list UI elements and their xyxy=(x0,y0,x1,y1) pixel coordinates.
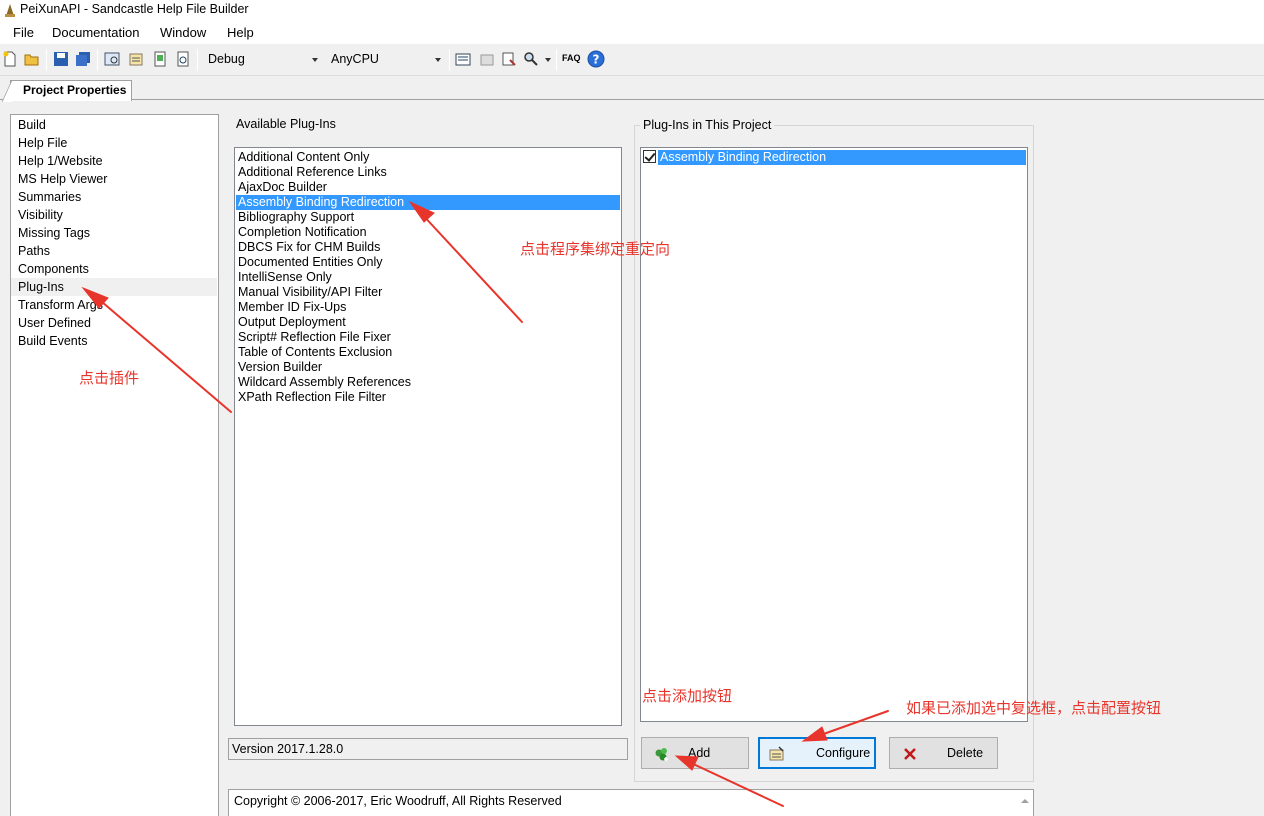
list-item[interactable]: AjaxDoc Builder xyxy=(236,180,620,195)
build-project-icon[interactable] xyxy=(455,51,471,67)
platform-select[interactable]: AnyCPU xyxy=(325,49,445,71)
title-bar: PeiXunAPI - Sandcastle Help File Builder xyxy=(0,0,1264,20)
new-project-icon[interactable] xyxy=(2,51,18,67)
annotation-click-assembly: 点击程序集绑定重定向 xyxy=(520,240,671,258)
copyright-box: Copyright © 2006-2017, Eric Woodruff, Al… xyxy=(228,789,1034,816)
annotation-click-add: 点击添加按钮 xyxy=(642,687,733,705)
add-button[interactable]: Add xyxy=(641,737,749,769)
list-item[interactable]: IntelliSense Only xyxy=(236,270,620,285)
configure-button[interactable]: Configure xyxy=(758,737,876,769)
menu-documentation[interactable]: Documentation xyxy=(52,25,139,40)
nav-item-components[interactable]: Components xyxy=(11,260,217,278)
menu-window[interactable]: Window xyxy=(160,25,206,40)
list-item[interactable]: Script# Reflection File Fixer xyxy=(236,330,620,345)
nav-item-plug-ins[interactable]: Plug-Ins xyxy=(11,278,217,296)
nav-item-ms-help-viewer[interactable]: MS Help Viewer xyxy=(11,170,217,188)
list-item[interactable]: Member ID Fix-Ups xyxy=(236,300,620,315)
save-all-icon[interactable] xyxy=(75,51,91,67)
list-item[interactable]: Output Deployment xyxy=(236,315,620,330)
menu-help[interactable]: Help xyxy=(227,25,254,40)
toolbar-separator xyxy=(97,49,98,71)
platform-value: AnyCPU xyxy=(331,52,379,66)
delete-icon xyxy=(904,748,916,760)
configuration-select[interactable]: Debug xyxy=(202,49,322,71)
scroll-up-icon[interactable] xyxy=(1021,799,1029,803)
project-explorer-icon[interactable] xyxy=(104,51,120,67)
tab-project-properties[interactable]: Project Properties xyxy=(2,80,132,102)
menu-file[interactable]: File xyxy=(13,25,34,40)
copyright-text: Copyright © 2006-2017, Eric Woodruff, Al… xyxy=(234,794,562,808)
nav-item-visibility[interactable]: Visibility xyxy=(11,206,217,224)
toolbar-separator xyxy=(556,49,557,71)
tab-edge xyxy=(2,80,12,102)
tab-label: Project Properties xyxy=(23,83,127,97)
list-item[interactable]: Additional Reference Links xyxy=(236,165,620,180)
project-plugins-list[interactable]: Assembly Binding Redirection xyxy=(640,147,1028,722)
list-item[interactable]: XPath Reflection File Filter xyxy=(236,390,620,405)
plugin-checkbox[interactable] xyxy=(643,150,656,163)
add-plugin-icon xyxy=(655,748,668,761)
property-category-list: Build Help File Help 1/Website MS Help V… xyxy=(10,114,219,816)
annotation-click-configure: 如果已添加选中复选框，点击配置按钮 xyxy=(906,699,1162,717)
list-item[interactable]: Manual Visibility/API Filter xyxy=(236,285,620,300)
delete-button[interactable]: Delete xyxy=(889,737,998,769)
list-item[interactable]: Additional Content Only xyxy=(236,150,620,165)
toolbar-separator xyxy=(449,49,450,71)
nav-item-transform-args[interactable]: Transform Args xyxy=(11,296,217,314)
list-item-selected[interactable]: Assembly Binding Redirection xyxy=(658,150,1026,165)
content-layout-icon[interactable] xyxy=(152,51,168,67)
configure-icon xyxy=(769,746,784,761)
nav-item-build-events[interactable]: Build Events xyxy=(11,332,217,350)
delete-button-label: Delete xyxy=(947,746,984,760)
chevron-down-icon xyxy=(312,58,318,62)
nav-item-paths[interactable]: Paths xyxy=(11,242,217,260)
cancel-build-icon[interactable] xyxy=(479,51,495,67)
nav-item-missing-tags[interactable]: Missing Tags xyxy=(11,224,217,242)
window-title: PeiXunAPI - Sandcastle Help File Builder xyxy=(20,2,249,16)
project-properties-icon[interactable] xyxy=(128,51,144,67)
nav-item-build[interactable]: Build xyxy=(11,116,217,134)
add-button-label: Add xyxy=(688,746,711,760)
app-icon xyxy=(5,4,15,17)
toolbar-separator xyxy=(197,49,198,71)
configuration-value: Debug xyxy=(208,52,245,66)
nav-item-help-file[interactable]: Help File xyxy=(11,134,217,152)
available-plugins-title: Available Plug-Ins xyxy=(233,117,339,131)
toolbar-separator xyxy=(46,49,47,71)
list-item[interactable]: Version Builder xyxy=(236,360,620,375)
configure-button-label: Configure xyxy=(816,746,871,760)
project-plugins-title: Plug-Ins in This Project xyxy=(640,118,775,132)
help-icon[interactable]: ? xyxy=(587,50,605,68)
find-file-icon[interactable] xyxy=(175,51,191,67)
list-item[interactable]: Wildcard Assembly References xyxy=(236,375,620,390)
list-item[interactable]: Bibliography Support xyxy=(236,210,620,225)
save-icon[interactable] xyxy=(53,51,69,67)
plugin-version-field: Version 2017.1.28.0 xyxy=(228,738,628,760)
available-plugins-list[interactable]: Additional Content Only Additional Refer… xyxy=(234,147,622,726)
chevron-down-icon[interactable] xyxy=(545,58,551,62)
tab-strip-line xyxy=(0,99,1264,100)
faq-button[interactable]: FAQ xyxy=(562,53,581,63)
chevron-down-icon xyxy=(435,58,441,62)
toolbar: Debug AnyCPU FAQ ? xyxy=(0,44,1264,76)
nav-item-summaries[interactable]: Summaries xyxy=(11,188,217,206)
annotation-click-plugins: 点击插件 xyxy=(79,369,140,387)
list-item[interactable]: Table of Contents Exclusion xyxy=(236,345,620,360)
menu-bar: File Documentation Window Help xyxy=(0,20,1264,44)
list-item-selected[interactable]: Assembly Binding Redirection xyxy=(236,195,620,210)
nav-item-user-defined[interactable]: User Defined xyxy=(11,314,217,332)
nav-item-help1-website[interactable]: Help 1/Website xyxy=(11,152,217,170)
clean-output-icon[interactable] xyxy=(501,51,517,67)
view-help-icon[interactable] xyxy=(523,51,539,67)
svg-text:?: ? xyxy=(593,53,600,67)
open-folder-icon[interactable] xyxy=(24,51,40,67)
